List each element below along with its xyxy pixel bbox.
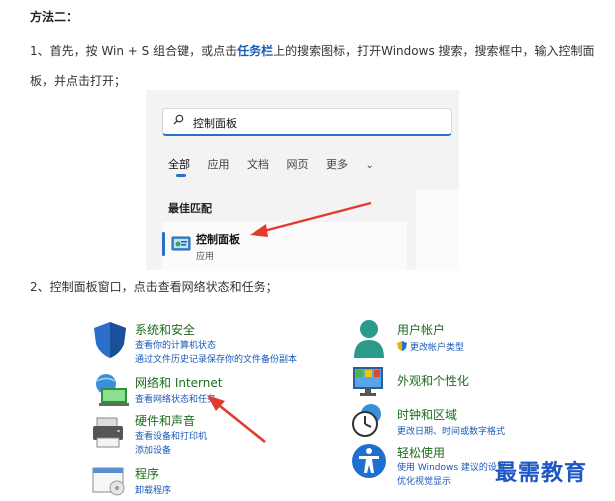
category-hardware-sound[interactable]: 硬件和声音 xyxy=(135,412,195,429)
search-input[interactable]: 控制面板 xyxy=(162,108,452,136)
link-uninstall-program[interactable]: 卸载程序 xyxy=(135,483,171,496)
category-clock-region[interactable]: 时钟和区域 xyxy=(397,406,457,423)
category-system-security[interactable]: 系统和安全 xyxy=(135,321,195,338)
red-arrow-icon xyxy=(207,395,266,444)
active-tab-indicator xyxy=(176,174,186,177)
chevron-down-icon: ⌄ xyxy=(365,160,374,171)
tab-documents[interactable]: 文档 xyxy=(247,156,269,172)
link-change-date-time-format[interactable]: 更改日期、时间或数字格式 xyxy=(397,424,505,437)
ease-of-access-icon xyxy=(352,444,386,478)
search-query: 控制面板 xyxy=(193,117,237,130)
appearance-icon xyxy=(353,367,383,396)
control-panel-icon xyxy=(171,236,191,251)
tab-more[interactable]: 更多 ⌄ xyxy=(326,156,388,172)
link-change-account-type[interactable]: 更改帐户类型 xyxy=(410,340,464,353)
shield-icon xyxy=(94,322,126,358)
link-view-devices-printers[interactable]: 查看设备和打印机 xyxy=(135,429,207,442)
step2-text: 2、控制面板窗口，点击查看网络状态和任务； xyxy=(30,280,278,294)
method-heading: 方法二： xyxy=(30,10,79,24)
red-arrow-icon xyxy=(250,201,372,237)
category-user-accounts[interactable]: 用户帐户 xyxy=(397,321,445,338)
result-name: 控制面板 xyxy=(196,233,240,246)
link-file-history[interactable]: 通过文件历史记录保存你的文件备份副本 xyxy=(135,352,297,365)
uac-shield-icon xyxy=(397,341,407,351)
clock-icon xyxy=(352,404,381,437)
link-add-device[interactable]: 添加设备 xyxy=(135,443,171,456)
link-optimize-visual-display[interactable]: 优化视觉显示 xyxy=(397,474,451,487)
watermark-logo: 最需教育 xyxy=(495,460,588,486)
best-match-label: 最佳匹配 xyxy=(168,202,212,215)
search-screenshot: 控制面板 全部 应用 文档 网页 更多 ⌄ 最佳匹配 控制面板 应用 xyxy=(146,90,459,270)
user-accounts-icon xyxy=(354,320,384,358)
category-ease-of-access[interactable]: 轻松使用 xyxy=(397,444,445,461)
link-view-computer-status[interactable]: 查看你的计算机状态 xyxy=(135,338,216,351)
selection-indicator xyxy=(162,232,165,256)
network-icon xyxy=(96,374,129,406)
tab-apps[interactable]: 应用 xyxy=(208,156,230,172)
programs-icon xyxy=(92,467,125,496)
tab-more-label: 更多 xyxy=(326,158,348,171)
step1-text: 1、首先，按 Win + S 组合键，或点击任务栏上的搜索图标，打开Window… xyxy=(30,36,610,96)
step1-prefix: 1、首先，按 Win + S 组合键，或点击 xyxy=(30,44,238,58)
link-windows-recommended-settings[interactable]: 使用 Windows 建议的设置 xyxy=(397,460,506,473)
category-appearance[interactable]: 外观和个性化 xyxy=(397,372,469,389)
tab-web[interactable]: 网页 xyxy=(287,156,309,172)
category-network-internet[interactable]: 网络和 Internet xyxy=(135,374,222,391)
tab-all[interactable]: 全部 xyxy=(168,156,190,172)
taskbar-highlight: 任务栏 xyxy=(237,44,274,58)
preview-pane xyxy=(416,190,459,270)
search-tabs: 全部 应用 文档 网页 更多 ⌄ xyxy=(168,156,402,172)
search-icon xyxy=(173,114,184,125)
category-programs[interactable]: 程序 xyxy=(135,465,159,482)
printer-icon xyxy=(93,417,123,448)
result-type: 应用 xyxy=(196,252,215,262)
